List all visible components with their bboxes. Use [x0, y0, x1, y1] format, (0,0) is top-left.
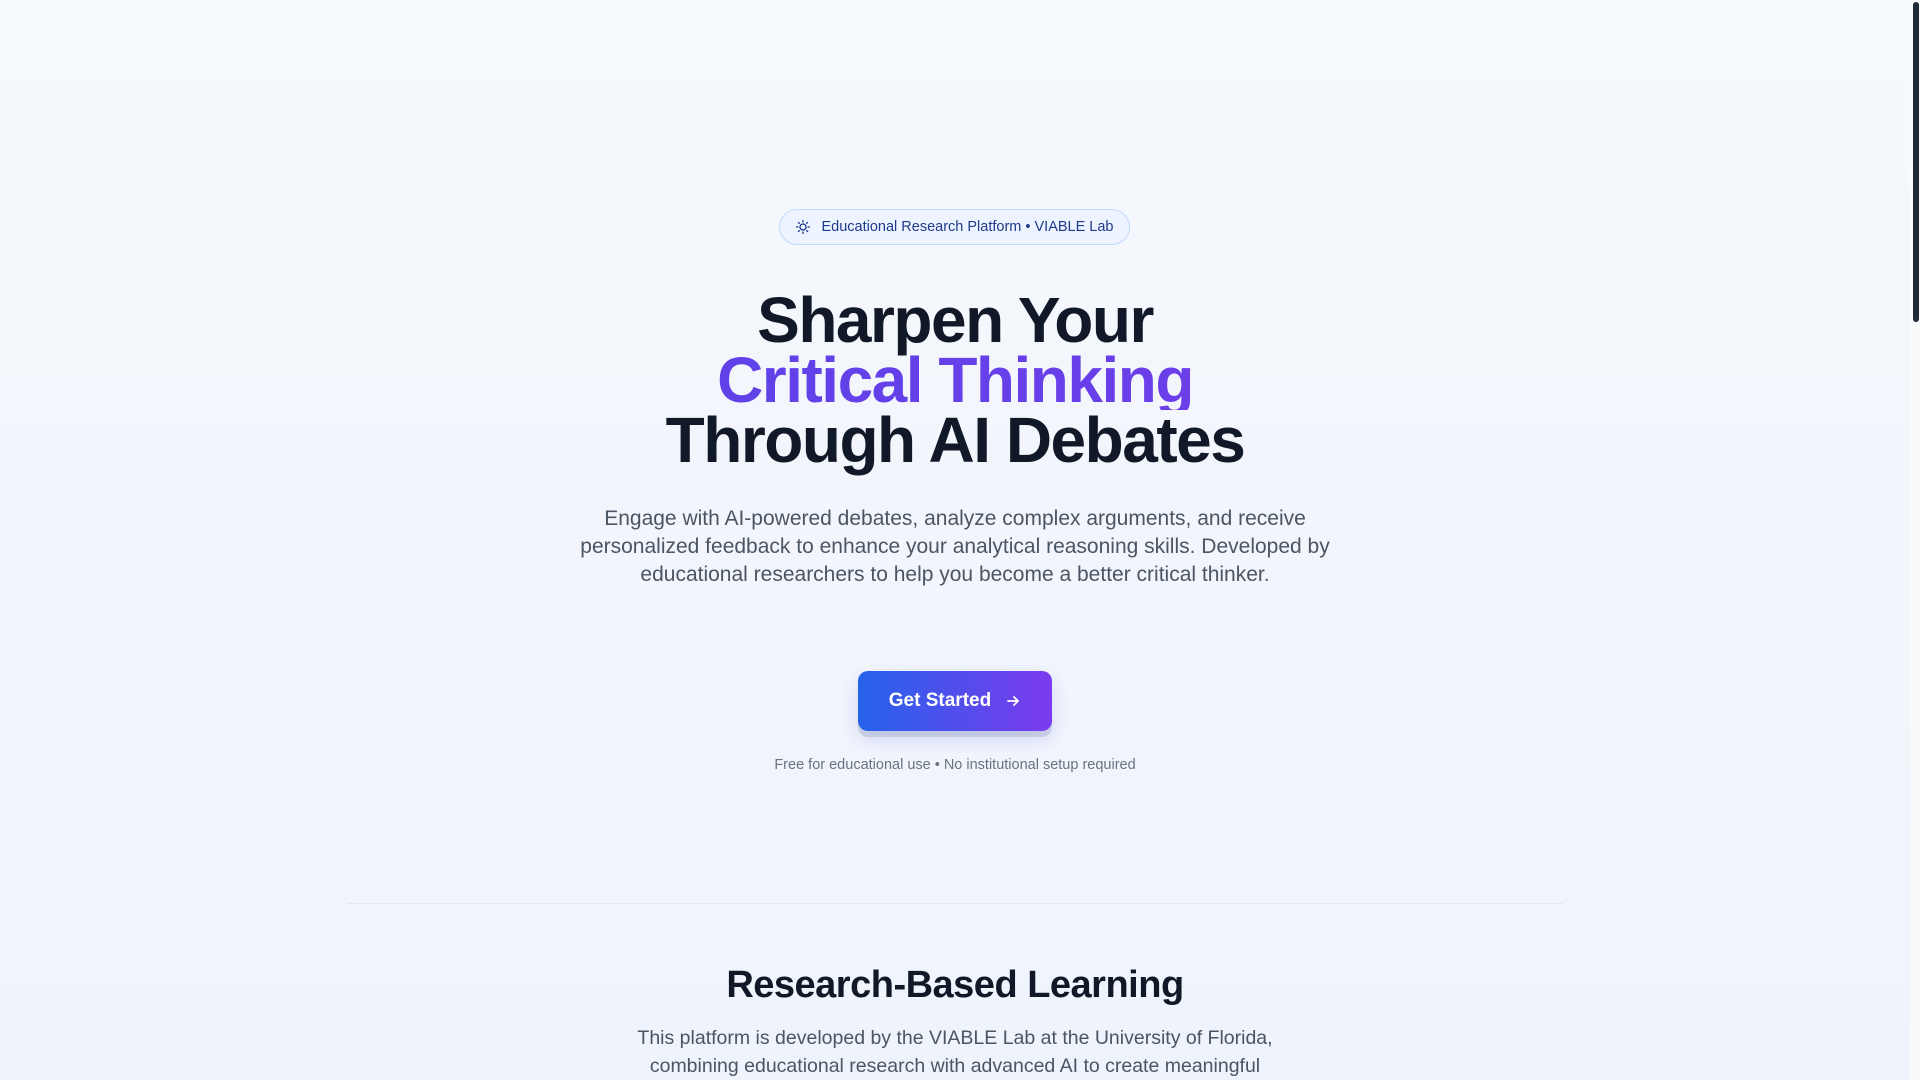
headline-line-1: Sharpen Your	[757, 284, 1154, 356]
research-section-text: This platform is developed by the VIABLE…	[637, 1027, 1273, 1077]
landing-page: Educational Research Platform • VIABLE L…	[0, 0, 1910, 1080]
cta-note: Free for educational use • No institutio…	[774, 757, 1136, 773]
vertical-scrollbar[interactable]	[1910, 0, 1920, 1080]
arrow-right-icon	[1005, 693, 1021, 709]
get-started-button[interactable]: Get Started	[858, 671, 1052, 731]
headline-line-2-accent: Critical Thinking	[0, 348, 1910, 412]
research-section-title: Research-Based Learning	[726, 964, 1184, 1006]
get-started-label: Get Started	[888, 690, 992, 711]
section-divider	[347, 903, 1563, 904]
hero-headline: Sharpen Your Critical Thinking Through A…	[0, 284, 1910, 476]
headline-line-3: Through AI Debates	[665, 404, 1246, 476]
hero-subtitle: Engage with AI-powered debates, analyze …	[580, 507, 1330, 586]
scrollbar-thumb[interactable]	[1913, 2, 1919, 322]
platform-badge: Educational Research Platform • VIABLE L…	[779, 209, 1130, 245]
badge-label: Educational Research Platform • VIABLE L…	[821, 219, 1114, 235]
lightbulb-icon	[795, 219, 811, 235]
